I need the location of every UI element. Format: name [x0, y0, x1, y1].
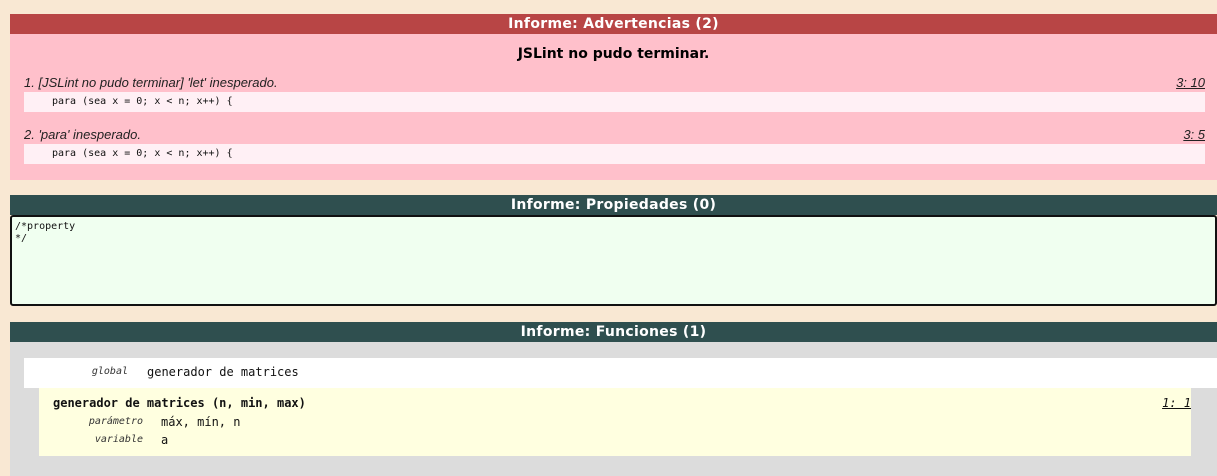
global-row: global generador de matrices — [24, 358, 1217, 388]
warning-message-row: 2. 'para' inesperado. 3: 5 — [24, 126, 1205, 144]
warning-code-line: para (sea x = 0; x < n; x++) { — [24, 92, 1205, 112]
warning-message: 1. [JSLint no pudo terminar] 'let' inesp… — [24, 75, 278, 90]
variable-value: a — [161, 433, 169, 447]
warning-location-link[interactable]: 3: 10 — [1176, 74, 1205, 92]
warnings-body: JSLint no pudo terminar. 1. [JSLint no p… — [10, 34, 1217, 180]
functions-body: global generador de matrices generador d… — [10, 342, 1217, 476]
warning-item: 1. [JSLint no pudo terminar] 'let' inesp… — [24, 74, 1205, 112]
function-entry: generador de matrices (n, min, max) 1: 1… — [39, 388, 1191, 456]
warning-code-line: para (sea x = 0; x < n; x++) { — [24, 144, 1205, 164]
warnings-title: JSLint no pudo terminar. — [517, 46, 710, 62]
warning-location-link[interactable]: 3: 5 — [1183, 126, 1205, 144]
global-value: generador de matrices — [147, 365, 299, 379]
variable-label: variable — [94, 434, 143, 445]
param-value: máx, mín, n — [161, 415, 241, 429]
function-location-link[interactable]: 1: 1 — [1162, 396, 1191, 410]
functions-header: Informe: Funciones (1) — [10, 322, 1217, 342]
warning-item: 2. 'para' inesperado. 3: 5 para (sea x =… — [24, 126, 1205, 164]
functions-report: Informe: Funciones (1) global generador … — [10, 322, 1217, 476]
function-signature: generador de matrices (n, min, max) — [53, 396, 306, 410]
properties-textarea[interactable]: /*property */ — [10, 215, 1217, 306]
global-label: global — [91, 366, 128, 377]
warnings-header: Informe: Advertencias (2) — [10, 14, 1217, 34]
param-label: parámetro — [88, 416, 143, 427]
warnings-report: Informe: Advertencias (2) JSLint no pudo… — [10, 14, 1217, 180]
properties-report: Informe: Propiedades (0) /*property */ — [10, 195, 1217, 306]
warning-message-row: 1. [JSLint no pudo terminar] 'let' inesp… — [24, 74, 1205, 92]
properties-header: Informe: Propiedades (0) — [10, 195, 1217, 215]
warning-message: 2. 'para' inesperado. — [24, 127, 141, 142]
